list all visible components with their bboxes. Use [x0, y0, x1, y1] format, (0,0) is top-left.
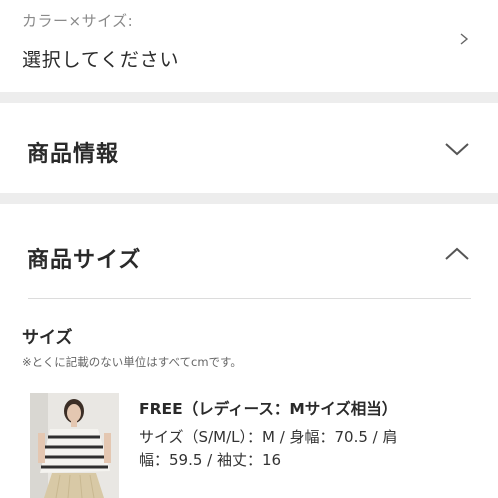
product-image [30, 393, 119, 498]
variant-detail-line: 幅：59.5 / 袖丈：16 [139, 451, 282, 469]
product-size-accordion: 商品サイズ サイズ ※とくに記載のない単位はすべてcmです。 FREE（レディー… [0, 204, 498, 498]
variant-detail-line: サイズ（S/M/L）：M / 身幅：70.5 / 肩 [139, 428, 398, 446]
color-size-selector[interactable]: カラー×サイズ: 選択してください [0, 0, 498, 92]
color-size-label: カラー×サイズ: [22, 12, 134, 30]
section-separator [0, 193, 498, 204]
section-separator [0, 92, 498, 103]
product-info-title: 商品情報 [27, 142, 120, 167]
product-size-title: 商品サイズ [27, 248, 142, 273]
color-size-value: 選択してください [22, 49, 180, 71]
size-heading: サイズ [22, 328, 73, 348]
variant-title: FREE（レディース：Mサイズ相当） [139, 400, 398, 418]
product-size-header[interactable]: 商品サイズ [0, 204, 498, 294]
product-info-accordion[interactable]: 商品情報 [0, 103, 498, 193]
chevron-down-icon [445, 143, 469, 156]
chevron-right-icon [460, 33, 469, 45]
variant-size-detail: サイズ（S/M/L）：M / 身幅：70.5 / 肩 幅：59.5 / 袖丈：1… [139, 426, 459, 472]
divider [28, 298, 471, 299]
model-illustration [30, 393, 119, 498]
chevron-up-icon [445, 247, 469, 260]
size-note: ※とくに記載のない単位はすべてcmです。 [22, 355, 242, 369]
